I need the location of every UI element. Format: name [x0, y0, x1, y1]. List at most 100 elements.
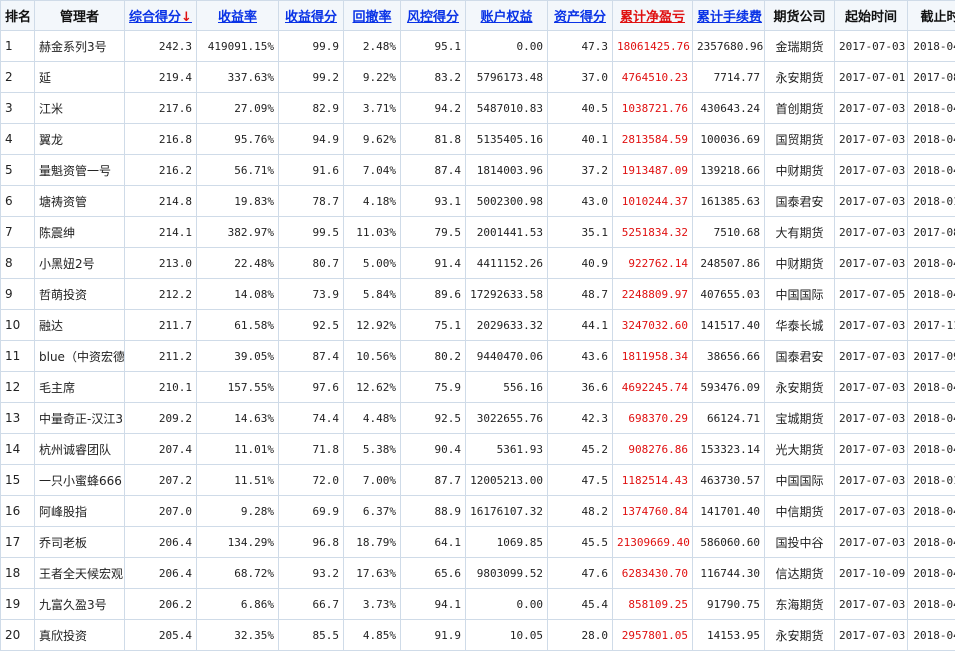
rank-cell: 10	[1, 310, 35, 341]
rank-cell: 18	[1, 558, 35, 589]
total-score-cell: 213.0	[125, 248, 197, 279]
drawdown-cell: 9.62%	[344, 124, 401, 155]
equity-cell: 4411152.26	[466, 248, 548, 279]
col-drawdown-header[interactable]: 回撤率	[344, 1, 401, 31]
manager-cell: 真欣投资	[35, 620, 125, 651]
return-score-cell: 92.5	[279, 310, 344, 341]
col-fees-header[interactable]: 累计手续费	[693, 1, 765, 31]
table-row: 8小黑妞2号213.022.48%80.75.00%91.44411152.26…	[1, 248, 955, 279]
manager-cell: 中量奇正-汉江3	[35, 403, 125, 434]
total-score-cell: 212.2	[125, 279, 197, 310]
total-score-cell: 219.4	[125, 62, 197, 93]
return-score-cell: 91.6	[279, 155, 344, 186]
rank-cell: 1	[1, 31, 35, 62]
risk-score-cell: 65.6	[401, 558, 466, 589]
table-row: 1赫金系列3号242.3419091.15%99.92.48%95.10.004…	[1, 31, 955, 62]
net-profit-cell: 908276.86	[613, 434, 693, 465]
ranking-table: 排名 管理者 综合得分↓ 收益率 收益得分 回撤率 风控得分 账户权益 资产得分…	[0, 0, 955, 651]
return-score-cell: 99.2	[279, 62, 344, 93]
net-profit-cell: 2813584.59	[613, 124, 693, 155]
col-risk-score-header[interactable]: 风控得分	[401, 1, 466, 31]
end-date-cell: 2017-08-28	[908, 217, 955, 248]
net-profit-cell: 3247032.60	[613, 310, 693, 341]
total-score-cell: 205.4	[125, 620, 197, 651]
table-row: 14杭州诚睿团队207.411.01%71.85.38%90.45361.934…	[1, 434, 955, 465]
broker-cell: 东海期货	[765, 589, 835, 620]
return-score-cell: 87.4	[279, 341, 344, 372]
manager-cell: 江米	[35, 93, 125, 124]
risk-score-cell: 93.1	[401, 186, 466, 217]
rank-cell: 6	[1, 186, 35, 217]
asset-score-cell: 36.6	[548, 372, 613, 403]
equity-cell: 17292633.58	[466, 279, 548, 310]
manager-cell: 阿峰股指	[35, 496, 125, 527]
total-score-cell: 209.2	[125, 403, 197, 434]
net-profit-cell: 6283430.70	[613, 558, 693, 589]
col-asset-score-header[interactable]: 资产得分	[548, 1, 613, 31]
col-return-score-header[interactable]: 收益得分	[279, 1, 344, 31]
table-row: 18王者全天候宏观206.468.72%93.217.63%65.6980309…	[1, 558, 955, 589]
asset-score-cell: 44.1	[548, 310, 613, 341]
fees-cell: 91790.75	[693, 589, 765, 620]
net-profit-cell: 1182514.43	[613, 465, 693, 496]
manager-cell: 陈震绅	[35, 217, 125, 248]
net-profit-cell: 4764510.23	[613, 62, 693, 93]
equity-cell: 12005213.00	[466, 465, 548, 496]
col-net-profit-header[interactable]: 累计净盈亏	[613, 1, 693, 31]
manager-cell: 王者全天候宏观	[35, 558, 125, 589]
net-profit-cell: 18061425.76	[613, 31, 693, 62]
manager-cell: 量魁资管一号	[35, 155, 125, 186]
start-date-cell: 2017-07-01	[835, 62, 908, 93]
asset-score-cell: 37.0	[548, 62, 613, 93]
rank-cell: 13	[1, 403, 35, 434]
drawdown-cell: 3.73%	[344, 589, 401, 620]
rank-cell: 7	[1, 217, 35, 248]
col-total-score-header[interactable]: 综合得分↓	[125, 1, 197, 31]
return-score-cell: 99.9	[279, 31, 344, 62]
end-date-cell: 2018-04-12	[908, 31, 955, 62]
drawdown-cell: 12.92%	[344, 310, 401, 341]
return-score-cell: 69.9	[279, 496, 344, 527]
table-row: 2延219.4337.63%99.29.22%83.25796173.4837.…	[1, 62, 955, 93]
risk-score-cell: 75.9	[401, 372, 466, 403]
return-rate-cell: 95.76%	[197, 124, 279, 155]
total-score-cell: 206.2	[125, 589, 197, 620]
equity-cell: 1814003.96	[466, 155, 548, 186]
equity-cell: 5796173.48	[466, 62, 548, 93]
drawdown-cell: 4.18%	[344, 186, 401, 217]
col-return-rate-header[interactable]: 收益率	[197, 1, 279, 31]
risk-score-cell: 91.4	[401, 248, 466, 279]
return-score-cell: 73.9	[279, 279, 344, 310]
net-profit-cell: 5251834.32	[613, 217, 693, 248]
return-rate-cell: 56.71%	[197, 155, 279, 186]
manager-cell: 杭州诚睿团队	[35, 434, 125, 465]
broker-cell: 永安期货	[765, 62, 835, 93]
return-rate-cell: 419091.15%	[197, 31, 279, 62]
start-date-cell: 2017-07-03	[835, 589, 908, 620]
return-rate-cell: 157.55%	[197, 372, 279, 403]
net-profit-cell: 1038721.76	[613, 93, 693, 124]
risk-score-cell: 88.9	[401, 496, 466, 527]
risk-score-cell: 64.1	[401, 527, 466, 558]
return-score-cell: 78.7	[279, 186, 344, 217]
return-rate-cell: 11.51%	[197, 465, 279, 496]
col-equity-header[interactable]: 账户权益	[466, 1, 548, 31]
broker-cell: 金瑞期货	[765, 31, 835, 62]
end-date-cell: 2018-04-17	[908, 558, 955, 589]
return-score-cell: 80.7	[279, 248, 344, 279]
return-score-cell: 85.5	[279, 620, 344, 651]
equity-cell: 16176107.32	[466, 496, 548, 527]
risk-score-cell: 81.8	[401, 124, 466, 155]
risk-score-cell: 75.1	[401, 310, 466, 341]
broker-cell: 大有期货	[765, 217, 835, 248]
drawdown-cell: 4.48%	[344, 403, 401, 434]
table-row: 16阿峰股指207.09.28%69.96.37%88.916176107.32…	[1, 496, 955, 527]
return-score-cell: 66.7	[279, 589, 344, 620]
fees-cell: 153323.14	[693, 434, 765, 465]
start-date-cell: 2017-07-03	[835, 341, 908, 372]
net-profit-cell: 1374760.84	[613, 496, 693, 527]
end-date-cell: 2018-04-17	[908, 372, 955, 403]
broker-cell: 光大期货	[765, 434, 835, 465]
return-rate-cell: 19.83%	[197, 186, 279, 217]
drawdown-cell: 12.62%	[344, 372, 401, 403]
